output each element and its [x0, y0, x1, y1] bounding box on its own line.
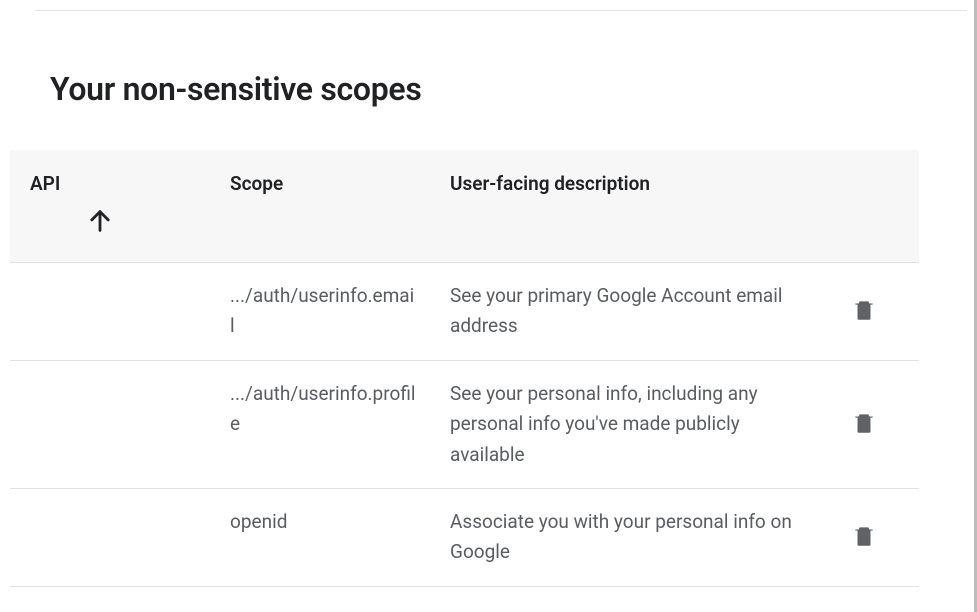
cell-desc: See your primary Google Account email ad… — [430, 263, 819, 361]
scopes-table: API Scope User-facing description .../au… — [10, 150, 919, 587]
table-row: .../auth/userinfo.email See your primary… — [10, 263, 919, 361]
col-header-scope[interactable]: Scope — [210, 150, 430, 263]
col-header-api[interactable]: API — [10, 150, 210, 263]
scopes-section: Your non-sensitive scopes API Scope User… — [0, 0, 967, 612]
delete-scope-button[interactable] — [845, 291, 883, 329]
table-row: openid Associate you with your personal … — [10, 488, 919, 586]
cell-desc: Associate you with your personal info on… — [430, 488, 819, 586]
cell-api — [10, 488, 210, 586]
col-header-scope-label: Scope — [230, 172, 283, 195]
table-header-row: API Scope User-facing description — [10, 150, 919, 263]
cell-scope: openid — [210, 488, 430, 586]
col-header-action — [819, 150, 919, 263]
cell-scope: .../auth/userinfo.email — [210, 263, 430, 361]
delete-scope-button[interactable] — [845, 517, 883, 555]
cell-api — [10, 263, 210, 361]
trash-icon — [851, 410, 877, 436]
section-title: Your non-sensitive scopes — [50, 70, 967, 108]
cell-api — [10, 360, 210, 488]
table-row: .../auth/userinfo.profile See your perso… — [10, 360, 919, 488]
trash-icon — [851, 523, 877, 549]
cell-desc: See your personal info, including any pe… — [430, 360, 819, 488]
cell-scope: .../auth/userinfo.profile — [210, 360, 430, 488]
col-header-desc-label: User-facing description — [450, 172, 650, 195]
table-body: .../auth/userinfo.email See your primary… — [10, 263, 919, 587]
col-header-desc[interactable]: User-facing description — [430, 150, 819, 263]
trash-icon — [851, 297, 877, 323]
delete-scope-button[interactable] — [845, 404, 883, 442]
sort-ascending-icon[interactable] — [86, 207, 198, 240]
col-header-api-label: API — [30, 172, 60, 195]
